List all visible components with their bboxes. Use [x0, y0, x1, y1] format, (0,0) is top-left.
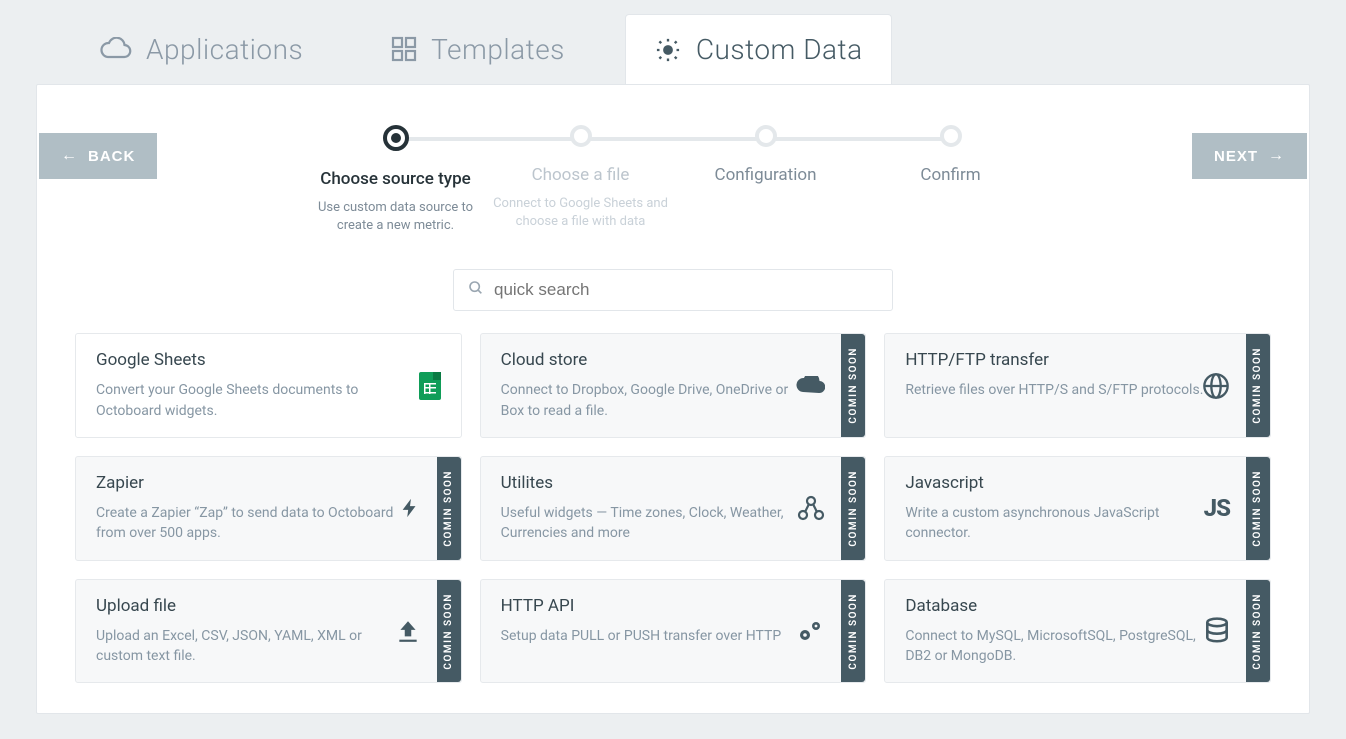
step-title: Choose source type	[320, 169, 470, 189]
gear-icon	[654, 36, 682, 64]
coming-soon-badge: COMIN SOON	[1246, 334, 1270, 437]
step-title: Configuration	[715, 165, 817, 185]
card-http-api[interactable]: HTTP API Setup data PULL or PUSH transfe…	[480, 579, 867, 684]
bolt-icon	[399, 495, 421, 521]
topbar: ← BACK Choose source type Use custom dat…	[37, 85, 1309, 235]
coming-soon-badge: COMIN SOON	[841, 457, 865, 560]
card-desc: Write a custom asynchronous JavaScript c…	[905, 503, 1218, 544]
card-title: HTTP/FTP transfer	[905, 350, 1218, 370]
card-cloud-store[interactable]: Cloud store Connect to Dropbox, Google D…	[480, 333, 867, 438]
card-javascript[interactable]: Javascript Write a custom asynchronous J…	[884, 456, 1271, 561]
step-circle-icon	[383, 125, 409, 151]
cloud-icon	[98, 37, 132, 61]
card-title: HTTP API	[501, 596, 814, 616]
search-input[interactable]	[494, 280, 878, 300]
tab-label: Applications	[146, 33, 303, 66]
step-choose-source-type[interactable]: Choose source type Use custom data sourc…	[303, 125, 488, 235]
google-sheets-icon	[419, 372, 441, 400]
step-circle-icon	[570, 125, 592, 147]
card-title: Upload file	[96, 596, 409, 616]
card-upload-file[interactable]: Upload file Upload an Excel, CSV, JSON, …	[75, 579, 462, 684]
card-database[interactable]: Database Connect to MySQL, MicrosoftSQL,…	[884, 579, 1271, 684]
step-subtitle: Connect to Google Sheets and choose a fi…	[488, 195, 673, 231]
globe-icon	[1202, 372, 1230, 400]
step-title: Choose a file	[532, 165, 630, 185]
database-icon	[1204, 617, 1230, 645]
nodes-icon	[797, 495, 825, 521]
coming-soon-badge: COMIN SOON	[1246, 457, 1270, 560]
card-title: Zapier	[96, 473, 409, 493]
next-button[interactable]: NEXT →	[1192, 133, 1307, 179]
stepper: Choose source type Use custom data sourc…	[37, 125, 1309, 235]
card-title: Cloud store	[501, 350, 814, 370]
tab-custom-data[interactable]: Custom Data	[625, 14, 892, 84]
card-zapier[interactable]: Zapier Create a Zapier “Zap” to send dat…	[75, 456, 462, 561]
search-icon	[468, 280, 484, 300]
step-circle-icon	[755, 125, 777, 147]
card-desc: Connect to MySQL, MicrosoftSQL, PostgreS…	[905, 626, 1218, 667]
tab-label: Templates	[431, 33, 565, 66]
tab-applications[interactable]: Applications	[70, 15, 331, 84]
search-wrap	[37, 269, 1309, 311]
card-utilities[interactable]: Utilites Useful widgets — Time zones, Cl…	[480, 456, 867, 561]
search-box[interactable]	[453, 269, 893, 311]
step-title: Confirm	[920, 165, 980, 185]
card-google-sheets[interactable]: Google Sheets Convert your Google Sheets…	[75, 333, 462, 438]
card-http-ftp[interactable]: HTTP/FTP transfer Retrieve files over HT…	[884, 333, 1271, 438]
panel: ← BACK Choose source type Use custom dat…	[36, 84, 1310, 714]
page-root: Applications Templates Custom Data ← BAC…	[0, 0, 1346, 739]
tabs-bar: Applications Templates Custom Data	[0, 14, 1346, 84]
coming-soon-badge: COMIN SOON	[1246, 580, 1270, 683]
step-subtitle: Use custom data source to create a new m…	[303, 199, 488, 235]
card-desc: Convert your Google Sheets documents to …	[96, 380, 409, 421]
card-title: Google Sheets	[96, 350, 409, 370]
cloud-icon	[795, 376, 825, 396]
source-grid: Google Sheets Convert your Google Sheets…	[37, 311, 1309, 683]
arrow-right-icon: →	[1268, 147, 1285, 165]
card-desc: Useful widgets — Time zones, Clock, Weat…	[501, 503, 814, 544]
tab-label: Custom Data	[696, 33, 863, 66]
js-icon: JS	[1204, 494, 1230, 522]
coming-soon-badge: COMIN SOON	[437, 457, 461, 560]
step-configuration[interactable]: Configuration	[673, 125, 858, 235]
next-label: NEXT	[1214, 148, 1258, 165]
card-desc: Retrieve files over HTTP/S and S/FTP pro…	[905, 380, 1218, 400]
step-confirm[interactable]: Confirm	[858, 125, 1043, 235]
card-desc: Setup data PULL or PUSH transfer over HT…	[501, 626, 814, 646]
coming-soon-badge: COMIN SOON	[841, 334, 865, 437]
grid-icon	[391, 36, 417, 62]
step-choose-file[interactable]: Choose a file Connect to Google Sheets a…	[488, 125, 673, 235]
card-desc: Create a Zapier “Zap” to send data to Oc…	[96, 503, 409, 544]
coming-soon-badge: COMIN SOON	[437, 580, 461, 683]
card-desc: Upload an Excel, CSV, JSON, YAML, XML or…	[96, 626, 409, 667]
gears-icon	[795, 618, 825, 644]
coming-soon-badge: COMIN SOON	[841, 580, 865, 683]
card-title: Database	[905, 596, 1218, 616]
upload-icon	[395, 618, 421, 644]
card-title: Javascript	[905, 473, 1218, 493]
card-title: Utilites	[501, 473, 814, 493]
card-desc: Connect to Dropbox, Google Drive, OneDri…	[501, 380, 814, 421]
tab-templates[interactable]: Templates	[363, 15, 593, 84]
step-circle-icon	[940, 125, 962, 147]
